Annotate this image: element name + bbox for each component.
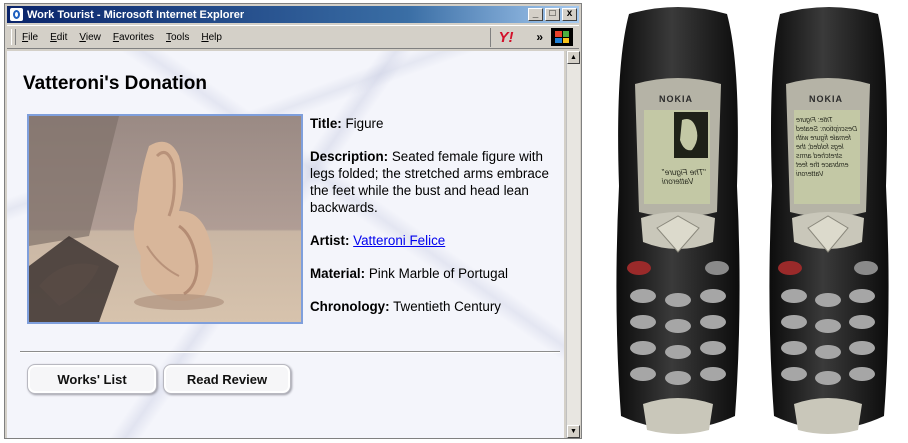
page-title: Vatteroni's Donation: [23, 73, 207, 94]
windows-logo-icon: [551, 28, 573, 46]
menu-view[interactable]: View: [79, 32, 101, 43]
screen-figure-image: [674, 112, 708, 158]
toolbar-grip[interactable]: [11, 29, 16, 45]
detail-artist: Artist: Vatteroni Felice: [310, 232, 562, 249]
artwork-details: Title: Figure Description: Seated female…: [310, 115, 562, 331]
close-button[interactable]: x: [562, 8, 577, 21]
menu-favorites[interactable]: Favorites: [113, 32, 154, 43]
artwork-image: [27, 114, 303, 324]
detail-material: Material: Pink Marble of Portugal: [310, 265, 562, 282]
yahoo-icon[interactable]: Y!: [490, 28, 521, 47]
title-value: Figure: [345, 116, 384, 131]
page-content: Vatteroni's Donation Title: Figure Descr…: [7, 51, 564, 438]
marble-figure-photo: [29, 116, 224, 322]
description-label: Description:: [310, 149, 389, 164]
chronology-label: Chronology:: [310, 299, 390, 314]
phone-brand-label: NOKIA: [659, 94, 693, 104]
phone-screen-text-1: "The Figure" Vatteroni: [661, 168, 706, 186]
works-list-button[interactable]: Works' List: [27, 364, 157, 394]
scroll-down-icon[interactable]: ▼: [567, 425, 580, 438]
chevron-more-icon[interactable]: »: [536, 30, 543, 44]
phone-body-2: [769, 7, 889, 434]
nokia-phone-1: NOKIA "The Figure" Vatteroni: [609, 6, 747, 443]
nokia-phone-2: NOKIA Title: Figure Description: Seated …: [766, 6, 892, 443]
title-label: Title:: [310, 116, 342, 131]
material-label: Material:: [310, 266, 366, 281]
chronology-value: Twentieth Century: [393, 299, 502, 314]
window-title: Work Tourist - Microsoft Internet Explor…: [27, 8, 245, 21]
ie-icon: [10, 8, 23, 21]
read-review-button[interactable]: Read Review: [163, 364, 291, 394]
menu-help[interactable]: Help: [201, 32, 222, 43]
phone-brand-label: NOKIA: [809, 94, 843, 104]
minimize-button[interactable]: _: [528, 8, 543, 21]
scroll-up-icon[interactable]: ▲: [567, 51, 580, 64]
detail-description: Description: Seated female figure with l…: [310, 148, 562, 216]
phone-screen-2: Title: Figure Description: Seated female…: [794, 110, 860, 204]
menu-edit[interactable]: Edit: [50, 32, 67, 43]
artist-link[interactable]: Vatteroni Felice: [353, 233, 445, 248]
phone-screen-1: "The Figure" Vatteroni: [644, 110, 710, 204]
divider: [20, 351, 560, 353]
window-controls: _ □ x: [528, 8, 577, 21]
detail-chronology: Chronology: Twentieth Century: [310, 298, 562, 315]
browser-window: Work Tourist - Microsoft Internet Explor…: [4, 3, 582, 439]
detail-title: Title: Figure: [310, 115, 562, 132]
menu-bar: File Edit View Favorites Tools Help Y! »: [7, 25, 579, 49]
phone-screen-text-2: Title: Figure Description: Seated female…: [795, 117, 857, 178]
material-value: Pink Marble of Portugal: [368, 266, 508, 281]
title-bar[interactable]: Work Tourist - Microsoft Internet Explor…: [7, 6, 579, 23]
artist-label: Artist:: [310, 233, 350, 248]
menu-file[interactable]: File: [22, 32, 38, 43]
phone-body-1: [616, 7, 740, 434]
menu-tools[interactable]: Tools: [166, 32, 189, 43]
maximize-button[interactable]: □: [545, 8, 560, 21]
vertical-scrollbar[interactable]: ▲ ▼: [566, 51, 580, 438]
